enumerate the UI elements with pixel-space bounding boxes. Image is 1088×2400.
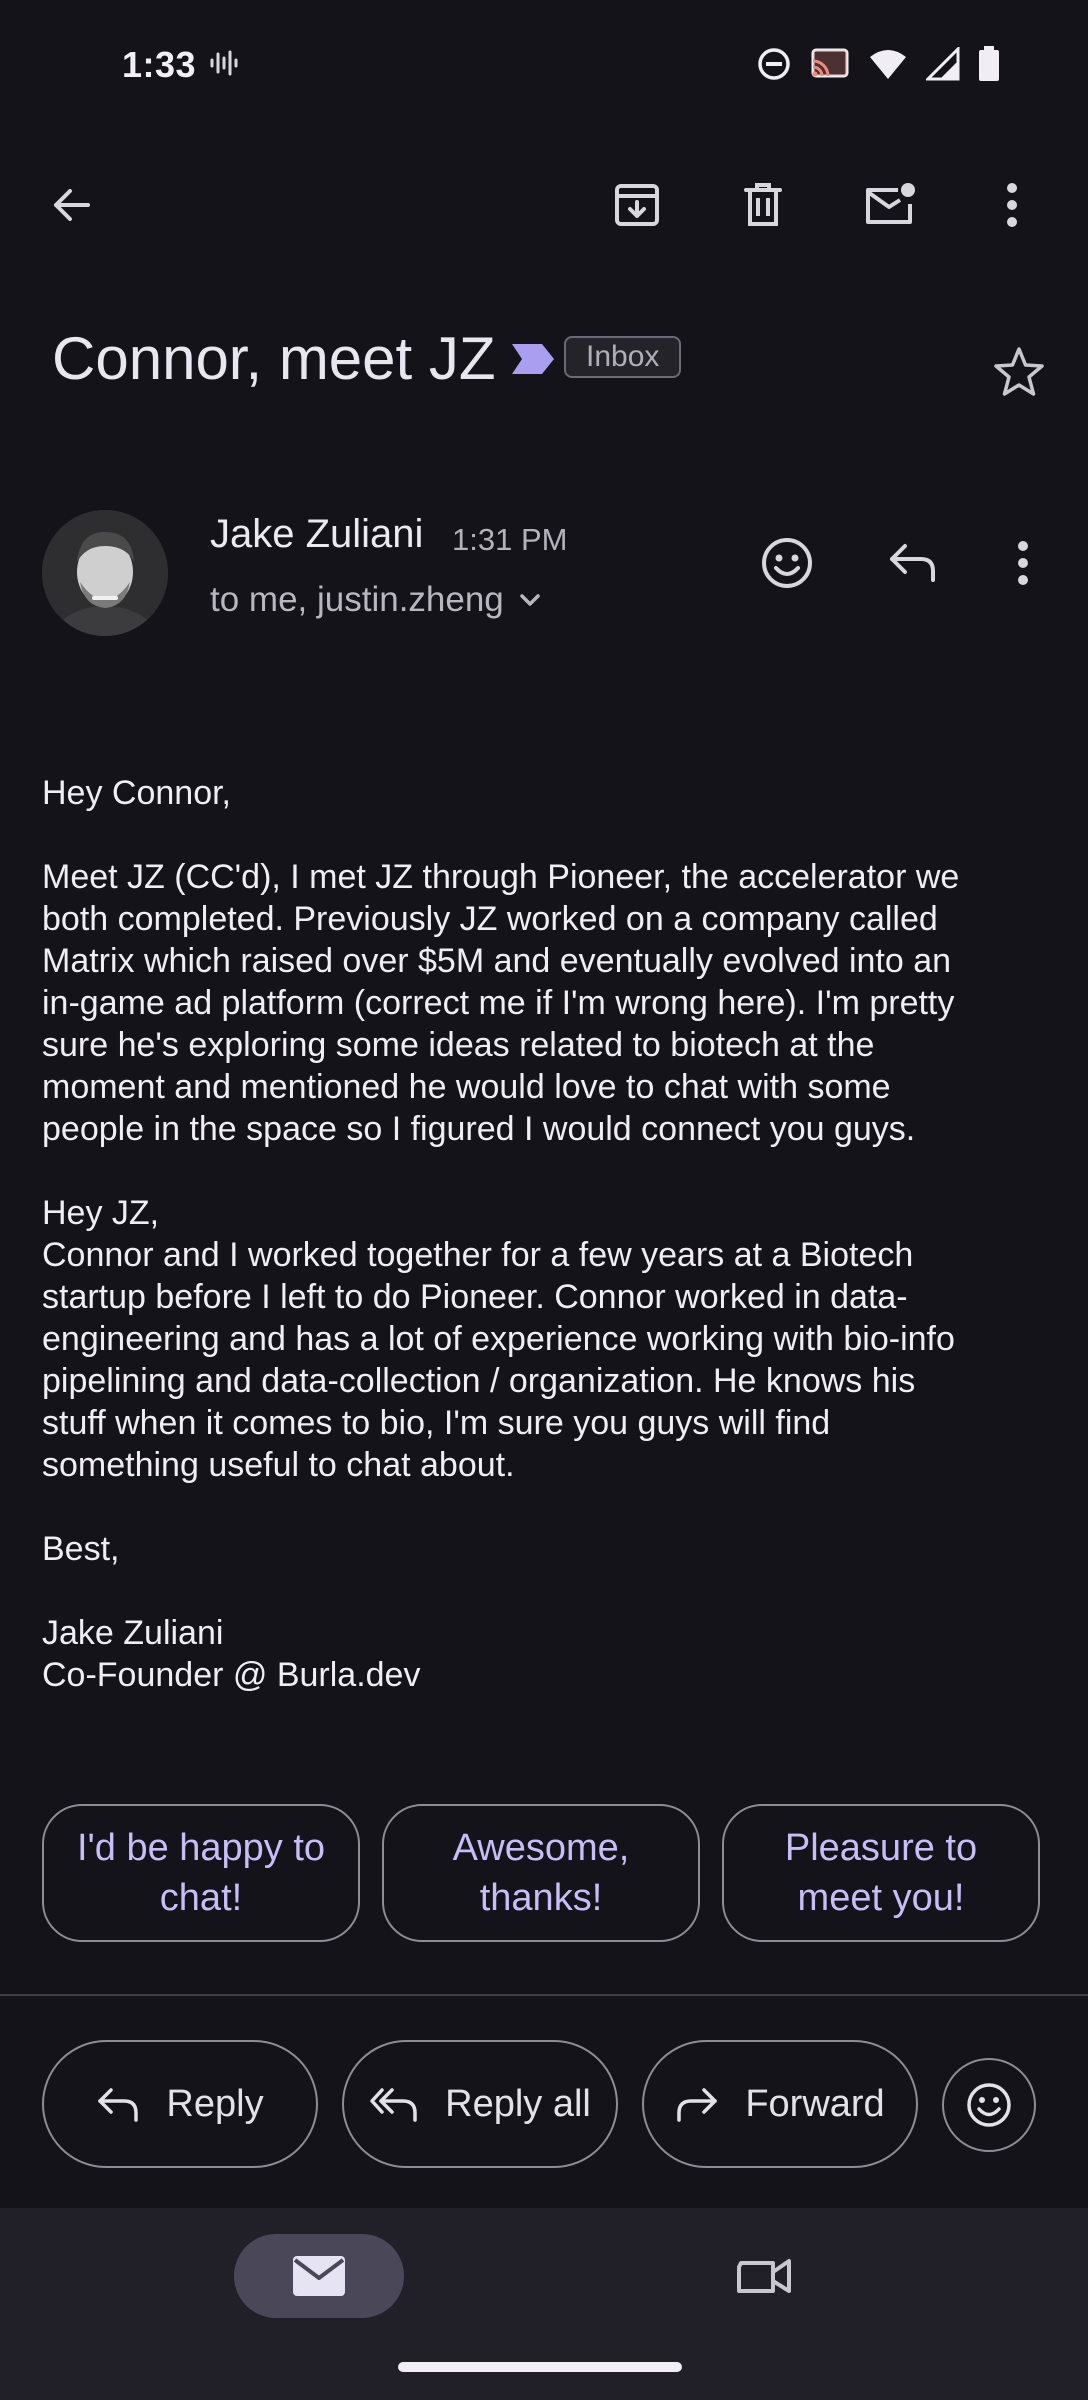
signal-icon — [924, 45, 960, 86]
sender-name: Jake Zuliani — [210, 512, 424, 556]
nav-meet-tab[interactable] — [724, 2234, 804, 2318]
emoji-icon — [762, 538, 812, 588]
star-button[interactable] — [992, 345, 1046, 404]
status-time: 1:33 — [122, 44, 197, 85]
trash-icon — [744, 183, 782, 226]
more-vert-icon — [1018, 541, 1028, 585]
recipients-text: to me, justin.zheng — [210, 580, 504, 619]
status-bar: 1:33 — [0, 0, 1088, 130]
battery-icon — [978, 46, 1000, 87]
smart-reply-chip[interactable]: Pleasure to meet you! — [722, 1804, 1040, 1942]
top-toolbar — [0, 170, 1088, 260]
voicemail-icon — [208, 48, 238, 83]
mark-unread-button[interactable] — [855, 170, 925, 240]
smart-reply-chip[interactable]: I'd be happy to chat! — [42, 1804, 360, 1942]
body-line: moment and mentioned he would love to ch… — [42, 1068, 891, 1106]
chevron-down-icon — [520, 594, 540, 606]
reply-icon — [890, 544, 935, 582]
divider — [0, 1994, 1088, 1996]
signature-title: Co-Founder @ Burla.dev — [42, 1656, 421, 1694]
body-line: sure he's exploring some ideas related t… — [42, 1026, 875, 1064]
greeting-connor: Hey Connor, — [42, 774, 231, 812]
reply-all-button[interactable]: Reply all — [342, 2040, 618, 2168]
body-line: something useful to chat about. — [42, 1446, 515, 1484]
wifi-icon — [868, 47, 908, 86]
avatar[interactable] — [42, 510, 168, 636]
smart-reply-chip[interactable]: Awesome, thanks! — [382, 1804, 700, 1942]
video-camera-icon — [737, 2259, 791, 2293]
nav-mail-tab[interactable] — [234, 2234, 404, 2318]
body-line: engineering and has a lot of experience … — [42, 1320, 955, 1358]
body-line: people in the space so I figured I would… — [42, 1110, 916, 1148]
reply-all-icon — [370, 2088, 417, 2122]
reply-icon — [98, 2088, 139, 2122]
archive-button[interactable] — [602, 170, 672, 240]
inbox-label-chip[interactable]: Inbox — [564, 336, 682, 378]
reply-label: Reply — [166, 2082, 264, 2125]
mark-unread-icon — [866, 183, 915, 224]
body-line: both completed. Previously JZ worked on … — [42, 900, 938, 938]
star-icon — [994, 347, 1044, 396]
signature-name: Jake Zuliani — [42, 1614, 224, 1652]
smart-reply-text: chat! — [159, 1877, 243, 1919]
emoji-icon — [967, 2083, 1011, 2127]
status-icons — [756, 45, 1000, 87]
cast-icon — [810, 47, 850, 86]
body-line: Matrix which raised over $5M and eventua… — [42, 942, 952, 980]
body-line: Meet JZ (CC'd), I met JZ through Pioneer… — [42, 858, 960, 896]
forward-label: Forward — [745, 2082, 885, 2125]
forward-button[interactable]: Forward — [642, 2040, 918, 2168]
body-line: Connor and I worked together for a few y… — [42, 1236, 914, 1274]
email-subject: Connor, meet JZ — [52, 325, 496, 392]
smart-replies: I'd be happy to chat! Awesome, thanks! Ple… — [42, 1804, 1046, 1942]
importance-marker-icon[interactable] — [510, 342, 556, 381]
more-vert-icon — [1007, 183, 1017, 227]
mail-icon — [293, 2256, 345, 2296]
more-options-button[interactable] — [977, 170, 1047, 240]
smart-reply-text: I'd be happy to — [76, 1827, 326, 1869]
body-line: pipelining and data-collection / organiz… — [42, 1362, 916, 1400]
smart-reply-text: Awesome, — [452, 1827, 630, 1869]
reply-all-label: Reply all — [445, 2082, 591, 2125]
body-line: in-game ad platform (correct me if I'm w… — [42, 984, 955, 1022]
delete-button[interactable] — [728, 170, 798, 240]
greeting-jz: Hey JZ, — [42, 1194, 160, 1232]
body-line: stuff when it comes to bio, I'm sure you… — [42, 1404, 831, 1442]
do-not-disturb-icon — [756, 46, 792, 87]
reply-actions: Reply Reply all Forward — [42, 2040, 1052, 2170]
back-arrow-icon — [54, 189, 90, 221]
smart-reply-text: meet you! — [797, 1877, 965, 1919]
add-reaction-button[interactable] — [752, 528, 822, 598]
email-body: Hey Connor, Meet JZ (CC'd), I met JZ thr… — [42, 772, 1052, 1696]
smart-reply-text: Pleasure to — [784, 1827, 978, 1869]
recipients-toggle[interactable]: to me, justin.zheng — [210, 580, 544, 620]
reply-button-header[interactable] — [878, 528, 948, 598]
react-emoji-button[interactable] — [942, 2058, 1036, 2152]
archive-icon — [615, 184, 659, 226]
reply-button[interactable]: Reply — [42, 2040, 318, 2168]
subject-row: Connor, meet JZ Inbox — [52, 318, 1052, 398]
forward-icon — [677, 2088, 718, 2122]
back-button[interactable] — [36, 170, 106, 240]
signoff: Best, — [42, 1530, 120, 1568]
email-time: 1:31 PM — [452, 522, 568, 557]
body-line: startup before I left to do Pioneer. Con… — [42, 1278, 908, 1316]
smart-reply-text: thanks! — [479, 1877, 603, 1919]
gmail-email-view: 1:33 Connor, meet JZ Inbox Jake Zuliani … — [0, 0, 1088, 2400]
message-more-button[interactable] — [988, 528, 1058, 598]
home-indicator[interactable] — [398, 2362, 682, 2372]
